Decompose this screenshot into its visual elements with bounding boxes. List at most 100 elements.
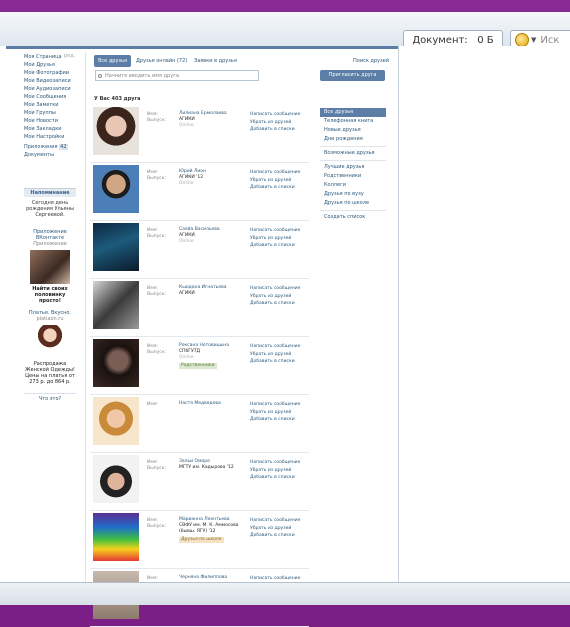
ad-image[interactable] xyxy=(30,250,70,284)
friend-avatar[interactable] xyxy=(93,397,139,445)
ad-subtitle: Приложение xyxy=(33,241,67,247)
send-message-link[interactable]: Написать сообщение xyxy=(250,401,308,409)
remove-friend-link[interactable]: Убрать из друзей xyxy=(250,235,308,243)
filter-separator xyxy=(320,146,386,147)
filter-item[interactable]: Возможные друзья xyxy=(320,149,386,158)
page-header-bar xyxy=(6,46,399,49)
nav-friends[interactable]: Мои Друзья xyxy=(24,61,80,69)
friend-info: Марианна Леонтьева СВФУ им. М. К. Аммосов… xyxy=(179,517,241,543)
remove-friend-link[interactable]: Убрать из друзей xyxy=(250,525,308,533)
field-labels: Имя: Выпуск: xyxy=(147,344,166,356)
send-message-link[interactable]: Написать сообщение xyxy=(250,227,308,235)
field-labels: Имя: Выпуск: xyxy=(147,112,166,124)
remove-friend-link[interactable]: Убрать из друзей xyxy=(250,467,308,475)
friend-avatar[interactable] xyxy=(93,223,139,271)
friend-avatar[interactable] xyxy=(93,455,139,503)
add-to-list-link[interactable]: Добавить в списки xyxy=(250,184,308,192)
friend-university[interactable]: МГТУ им. Кадырова '12 xyxy=(179,465,241,471)
friend-university[interactable]: СВФУ им. М. К. Аммосова (бывш. ЯГУ) '12 xyxy=(179,523,241,535)
ad-caption: Найти своих половинку просто! xyxy=(32,286,68,304)
ad-block-2[interactable]: Платья. Вкусно. platiaon.ru Распродажа Ж… xyxy=(24,310,76,385)
friend-actions: Написать сообщениеУбрать из друзейДобави… xyxy=(250,285,308,308)
whats-this-link[interactable]: Что это? xyxy=(24,393,76,402)
friend-university[interactable]: АГИКИ xyxy=(179,291,241,297)
nav-photos[interactable]: Мои Фотографии xyxy=(24,69,80,77)
remove-friend-link[interactable]: Убрать из друзей xyxy=(250,177,308,185)
friend-info: Настя Медведева xyxy=(179,401,241,407)
friend-row: Имя: Настя Медведева Написать сообщение Убр… xyxy=(90,394,309,453)
add-to-list-link[interactable]: Добавить в списки xyxy=(250,416,308,424)
add-to-list-link[interactable]: Добавить в списки xyxy=(250,474,308,482)
filter-item[interactable]: Коллеги xyxy=(320,181,386,190)
filter-item[interactable]: Родственники xyxy=(320,172,386,181)
send-message-link[interactable]: Написать сообщение xyxy=(250,343,308,351)
add-to-list-link[interactable]: Добавить в списки xyxy=(250,300,308,308)
filter-item[interactable]: Телефонная книга xyxy=(320,117,386,126)
nav-notes[interactable]: Мои Заметки xyxy=(24,101,80,109)
apps-count-badge: 42 xyxy=(59,144,68,150)
ad-title[interactable]: Приложение ВКонтакте xyxy=(24,229,76,241)
ad-image[interactable] xyxy=(32,325,68,359)
friend-avatar[interactable] xyxy=(93,281,139,329)
reminder-text[interactable]: Сегодня день рождения Ульяны Сергеевой. xyxy=(24,200,76,218)
tab-find-friends[interactable]: Поиск друзей xyxy=(353,55,389,67)
nav-documents[interactable]: Документы xyxy=(24,151,80,159)
tab-friend-requests[interactable]: Заявки в друзья xyxy=(194,55,237,67)
send-message-link[interactable]: Написать сообщение xyxy=(250,459,308,467)
field-labels: Имя: xyxy=(147,402,158,408)
search-engine-icon[interactable] xyxy=(515,33,529,47)
friend-avatar[interactable] xyxy=(93,513,139,561)
nav-news[interactable]: Мои Новости xyxy=(24,117,80,125)
filter-item[interactable]: Друзья по вузу xyxy=(320,190,386,199)
nav-apps[interactable]: Приложения 42 xyxy=(24,143,80,151)
nav-videos[interactable]: Мои Видеозаписи xyxy=(24,77,80,85)
friend-avatar[interactable] xyxy=(93,107,139,155)
friend-name[interactable]: Настя Медведева xyxy=(179,401,241,407)
filter-item[interactable]: Лучшие друзья xyxy=(320,163,386,172)
nav-groups[interactable]: Мои Группы xyxy=(24,109,80,117)
chevron-down-icon[interactable]: ▼ xyxy=(531,36,536,44)
filter-item[interactable]: Все друзья xyxy=(320,108,386,117)
send-message-link[interactable]: Написать сообщение xyxy=(250,169,308,177)
filter-item[interactable]: Дни рождения xyxy=(320,135,386,144)
filter-item[interactable]: Друзья по школе xyxy=(320,199,386,208)
add-to-list-link[interactable]: Добавить в списки xyxy=(250,242,308,250)
friend-count: У Вас 403 друга xyxy=(94,96,141,102)
friend-actions: Написать сообщениеУбрать из друзейДобави… xyxy=(250,401,308,424)
filter-item[interactable]: Новые друзья xyxy=(320,126,386,135)
filter-item[interactable]: Создать список xyxy=(320,213,386,222)
tab-friends-online[interactable]: Друзья онлайн (72) xyxy=(136,55,187,67)
friends-tabs: Все друзья Друзья онлайн (72) Заявки в д… xyxy=(94,55,394,67)
friend-list-badge: Родственники xyxy=(179,363,217,369)
tab-all-friends[interactable]: Все друзья xyxy=(94,55,132,67)
remove-friend-link[interactable]: Убрать из друзей xyxy=(250,119,308,127)
ad-subtitle: platiaon.ru xyxy=(36,316,64,322)
online-status: Online xyxy=(179,355,194,360)
ad-block-1[interactable]: Приложение ВКонтакте Приложение Найти св… xyxy=(24,229,76,304)
invite-friend-button[interactable]: Пригласить друга xyxy=(320,70,385,81)
nav-audio[interactable]: Мои Аудиозаписи xyxy=(24,85,80,93)
remove-friend-link[interactable]: Убрать из друзей xyxy=(250,351,308,359)
remove-friend-link[interactable]: Убрать из друзей xyxy=(250,409,308,417)
send-message-link[interactable]: Написать сообщение xyxy=(250,517,308,525)
friend-search-input[interactable]: Начните вводить имя друга xyxy=(95,70,259,81)
nav-settings[interactable]: Мои Настройки xyxy=(24,133,80,141)
edit-link[interactable]: ред. xyxy=(64,53,75,59)
nav-messages[interactable]: Мои Сообщения xyxy=(24,93,80,101)
friend-avatar[interactable] xyxy=(93,339,139,387)
friend-avatar[interactable] xyxy=(93,165,139,213)
nav-bookmarks[interactable]: Мои Закладки xyxy=(24,125,80,133)
friend-name[interactable]: Черняна Филипповa xyxy=(179,575,241,581)
remove-friend-link[interactable]: Убрать из друзей xyxy=(250,293,308,301)
send-message-link[interactable]: Написать сообщение xyxy=(250,285,308,293)
add-to-list-link[interactable]: Добавить в списки xyxy=(250,358,308,366)
friend-actions: Написать сообщениеУбрать из друзейДобави… xyxy=(250,459,308,482)
send-message-link[interactable]: Написать сообщение xyxy=(250,111,308,119)
add-to-list-link[interactable]: Добавить в списки xyxy=(250,126,308,134)
label-graduation: Выпуск: xyxy=(147,234,166,239)
field-labels: Имя: Выпуск: xyxy=(147,460,166,472)
add-to-list-link[interactable]: Добавить в списки xyxy=(250,532,308,540)
friend-actions: Написать сообщениеУбрать из друзейДобави… xyxy=(250,111,308,134)
friend-row: Имя: Выпуск: Юрий Лион АГИКИ '12 Online Напис… xyxy=(90,162,309,221)
friend-actions: Написать сообщениеУбрать из друзейДобави… xyxy=(250,169,308,192)
